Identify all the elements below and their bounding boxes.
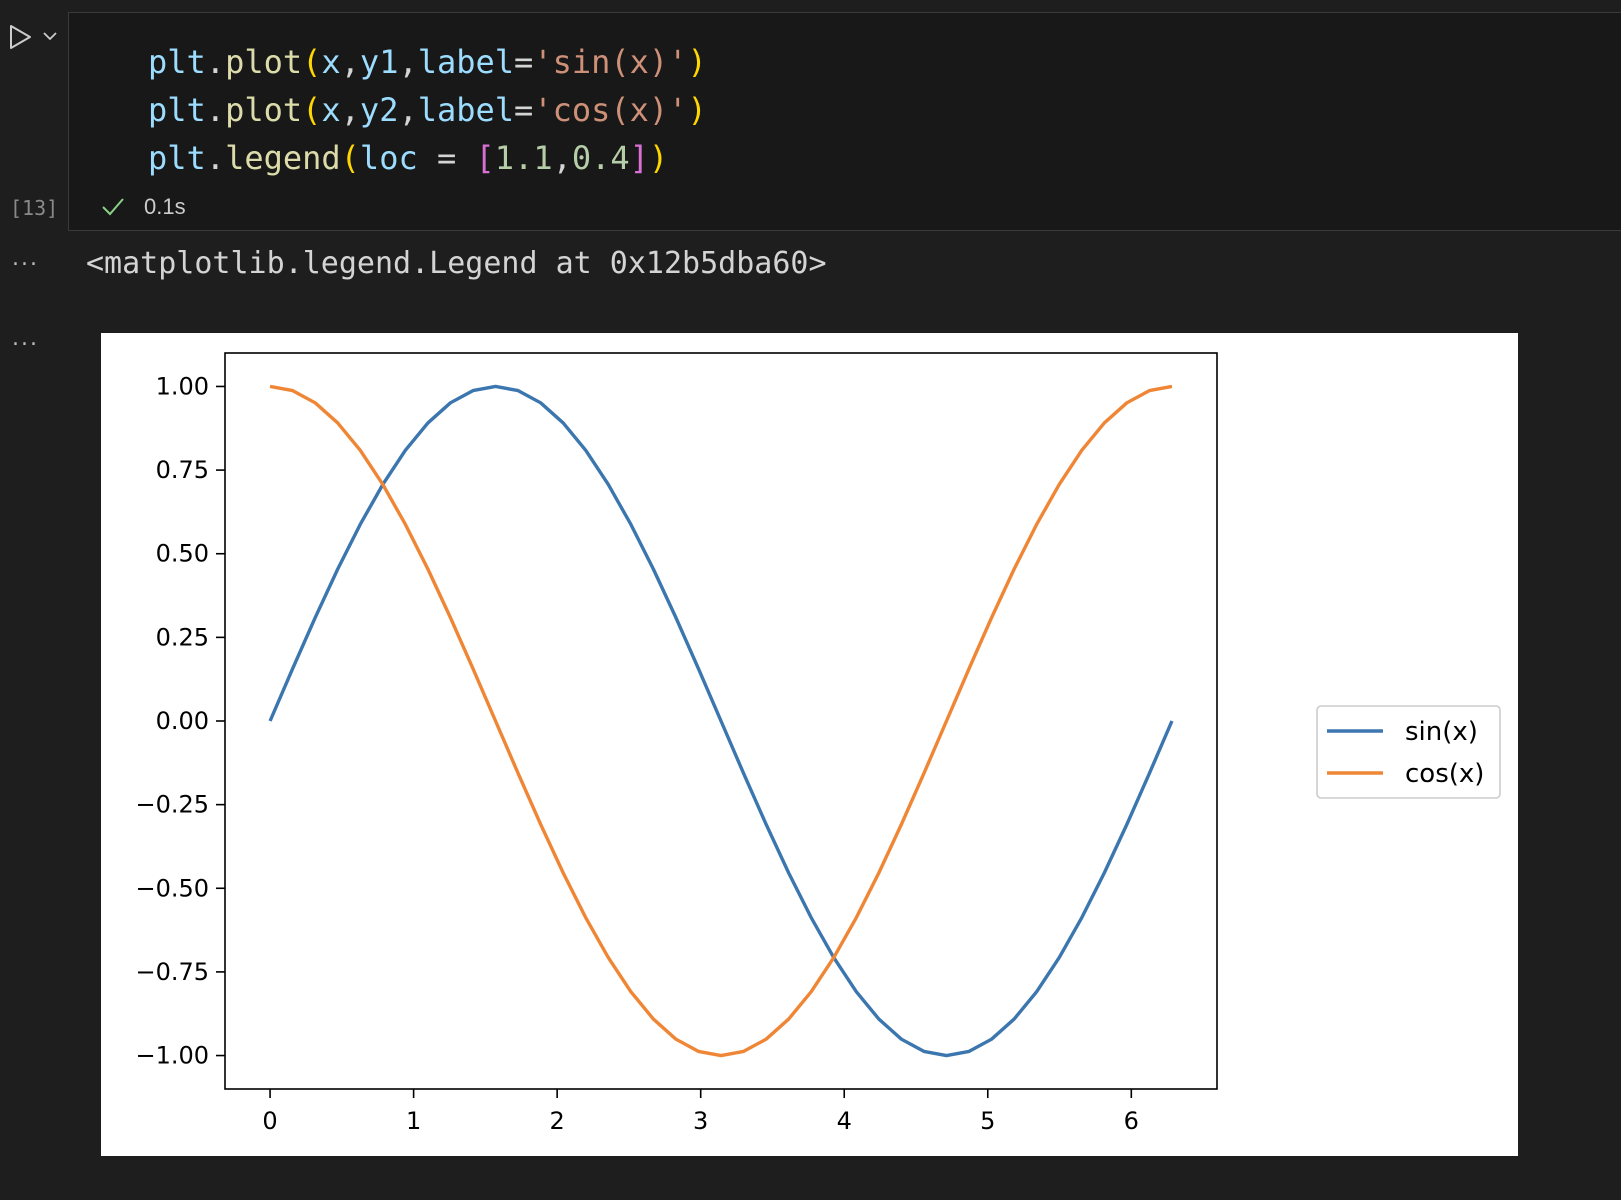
code-token: plot xyxy=(225,43,303,81)
x-tick-label: 5 xyxy=(980,1107,995,1135)
code-token: ) xyxy=(648,139,669,177)
legend-label: cos(x) xyxy=(1405,759,1484,789)
execution-time: 0.1s xyxy=(144,194,186,219)
code-token: y1 xyxy=(359,43,399,81)
code-token: plt xyxy=(148,139,206,177)
code-token: = xyxy=(514,91,534,129)
code-token: plt xyxy=(148,43,206,81)
y-tick-label: −1.00 xyxy=(135,1042,209,1070)
y-tick-label: 0.25 xyxy=(156,623,209,651)
legend-label: sin(x) xyxy=(1405,717,1478,747)
play-icon xyxy=(10,25,31,49)
output-actions-button[interactable]: ... xyxy=(12,246,39,271)
plot-output: 0 1 2 3 4 5 6 −1.00 −0.75 −0.50 −0.25 0.00 0.25 0.50 0… xyxy=(101,333,1518,1156)
code-token: 'sin(x)' xyxy=(533,43,688,81)
legend: sin(x) cos(x) xyxy=(1316,705,1501,799)
code-token: , xyxy=(398,91,418,129)
code-line[interactable]: plt.plot(x,y1,label='sin(x)') xyxy=(148,38,707,86)
code-token: , xyxy=(398,43,418,81)
code-token: label xyxy=(417,43,515,81)
output-text: <matplotlib.legend.Legend at 0x12b5dba60… xyxy=(86,246,827,281)
code-token: 0.4 xyxy=(571,139,630,177)
series-line-0 xyxy=(268,384,1174,1058)
code-token: ( xyxy=(302,91,322,129)
y-tick-label: −0.25 xyxy=(135,791,209,819)
code-token: ] xyxy=(629,139,649,177)
code-editor[interactable]: plt.plot(x,y1,label='sin(x)') plt.plot(x,… xyxy=(148,38,707,182)
code-token: x xyxy=(321,91,341,129)
code-token: , xyxy=(340,91,360,129)
code-token: . xyxy=(205,91,226,129)
x-tick-label: 4 xyxy=(837,1107,852,1135)
code-token: loc xyxy=(359,139,418,177)
code-token: 'cos(x)' xyxy=(533,91,688,129)
code-token: legend xyxy=(225,139,341,177)
x-tick-label: 1 xyxy=(406,1107,421,1135)
code-line[interactable]: plt.plot(x,y2,label='cos(x)') xyxy=(148,86,707,134)
x-tick-label: 2 xyxy=(550,1107,565,1135)
y-tick-label: 0.00 xyxy=(156,707,209,735)
code-token: plot xyxy=(225,91,303,129)
code-token: y2 xyxy=(359,91,399,129)
code-token: label xyxy=(417,91,515,129)
cell-status: 0.1s xyxy=(100,194,186,220)
y-tick-label: 0.50 xyxy=(156,540,209,568)
code-line[interactable]: plt.legend(loc = [1.1,0.4]) xyxy=(148,134,707,182)
y-tick-label: −0.75 xyxy=(135,958,209,986)
chevron-down-icon xyxy=(43,32,57,41)
code-token: . xyxy=(205,139,226,177)
execution-count: [13] xyxy=(10,196,59,220)
notebook-editor: plt.plot(x,y1,label='sin(x)') plt.plot(x,… xyxy=(0,0,1621,1200)
y-tick-label: −0.50 xyxy=(135,874,209,902)
x-tick-label: 6 xyxy=(1124,1107,1139,1135)
code-token: ) xyxy=(687,91,707,129)
code-token: , xyxy=(552,139,572,177)
code-token: , xyxy=(340,43,360,81)
code-token: = xyxy=(417,139,476,177)
check-icon xyxy=(102,198,124,216)
code-token: = xyxy=(514,43,534,81)
output-actions-button-2[interactable]: ... xyxy=(12,326,39,351)
code-token: 1.1 xyxy=(494,139,553,177)
code-token: ( xyxy=(340,139,360,177)
y-tick-label: 0.75 xyxy=(156,456,209,484)
code-token: . xyxy=(205,43,226,81)
run-cell-button[interactable] xyxy=(6,22,36,52)
code-token: ( xyxy=(302,43,322,81)
line-chart: 0 1 2 3 4 5 6 −1.00 −0.75 −0.50 −0.25 0.00 0.25 0.50 0… xyxy=(135,352,1501,1135)
code-token: [ xyxy=(475,139,495,177)
run-options-button[interactable] xyxy=(40,26,60,46)
x-tick-label: 0 xyxy=(262,1107,277,1135)
code-token: x xyxy=(321,43,341,81)
code-token: ) xyxy=(687,43,707,81)
x-tick-label: 3 xyxy=(693,1107,708,1135)
code-token: plt xyxy=(148,91,206,129)
y-tick-label: 1.00 xyxy=(156,372,209,400)
